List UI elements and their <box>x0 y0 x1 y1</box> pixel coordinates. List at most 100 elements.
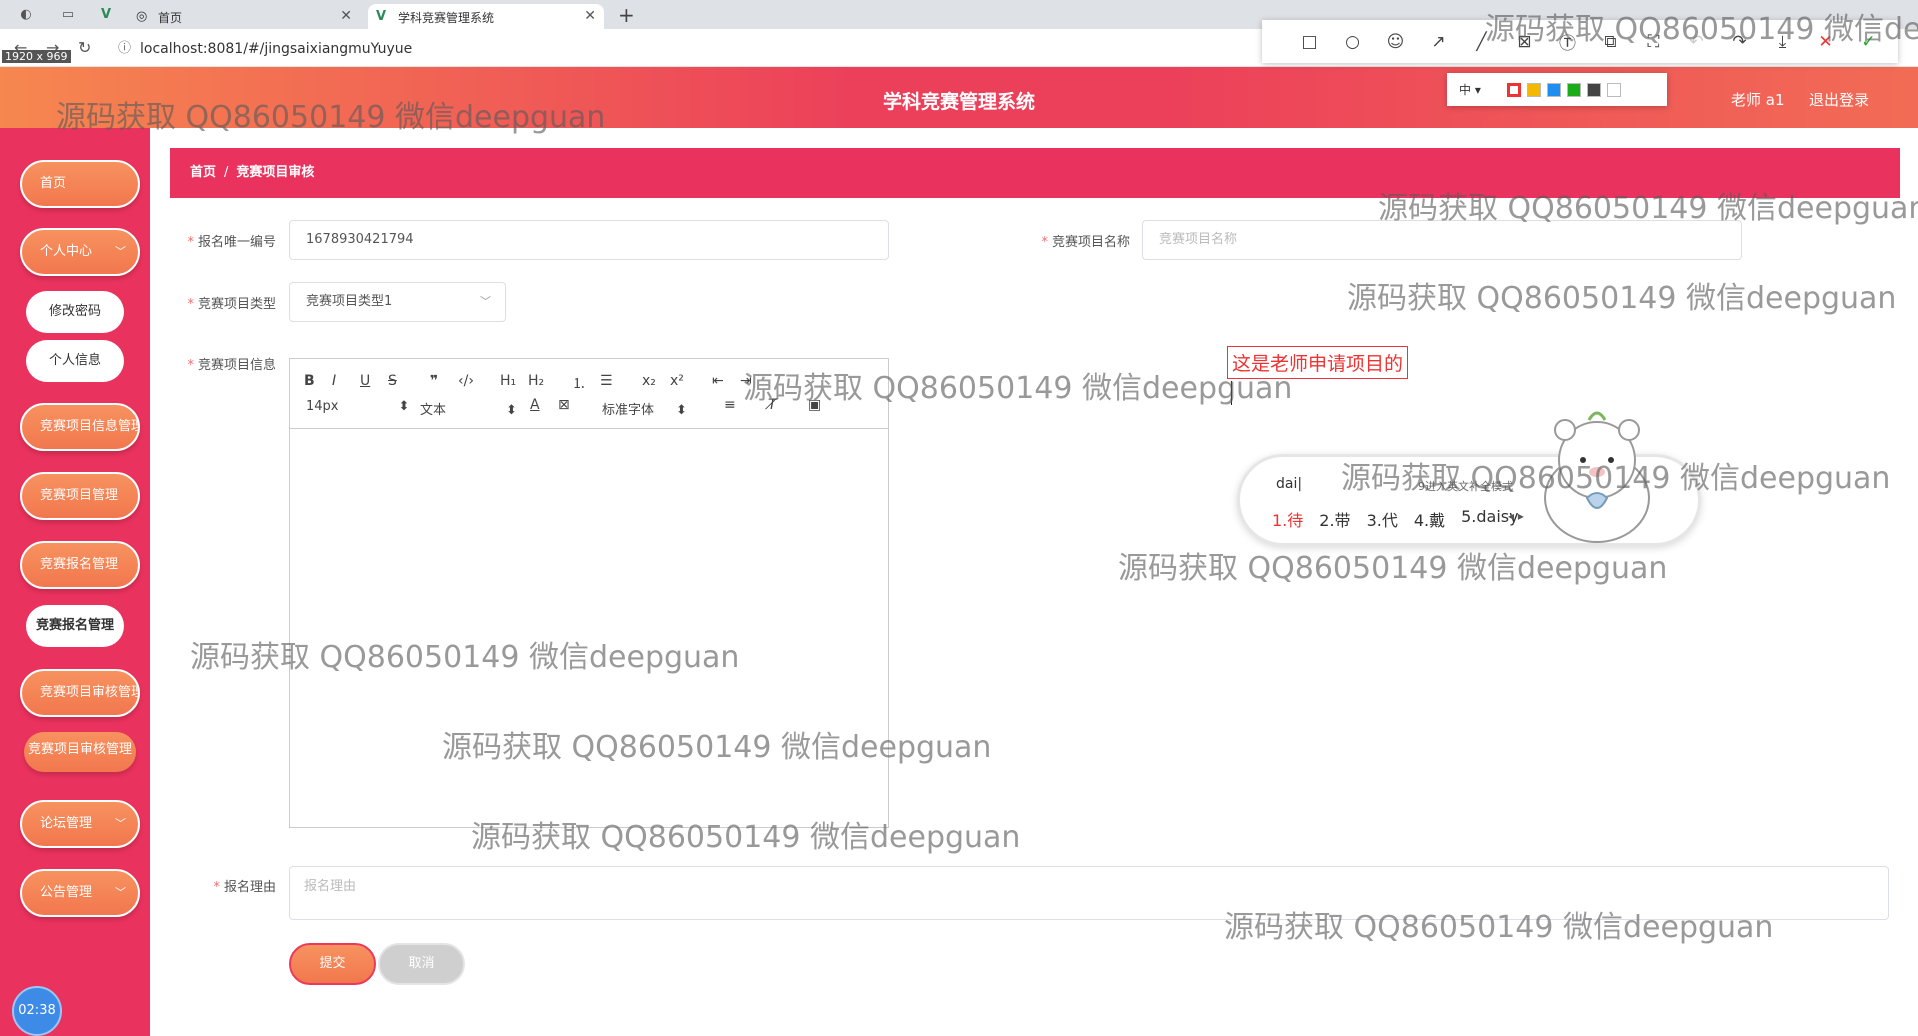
color-swatch-white[interactable] <box>1607 82 1621 97</box>
color-swatch-green[interactable] <box>1567 82 1581 97</box>
project-name-field[interactable]: 竞赛项目名称 <box>1142 220 1742 260</box>
close-icon[interactable]: ✕ <box>340 8 352 24</box>
font-color-icon[interactable]: A <box>530 397 540 413</box>
sidebar-item-project-mgmt[interactable]: 竞赛项目管理 <box>20 472 140 520</box>
color-swatch-yellow[interactable] <box>1527 82 1541 97</box>
signup-id-label: * 报名唯一编号 <box>187 235 276 250</box>
sidebar-item-label: 首页 <box>40 176 67 191</box>
download-icon[interactable]: ⤓ <box>1761 32 1804 52</box>
project-name-label: * 竞赛项目名称 <box>1041 235 1130 250</box>
ordered-list-icon[interactable]: ⒈ <box>572 373 586 393</box>
bold-icon[interactable]: B <box>304 373 315 389</box>
code-icon[interactable]: ‹/› <box>458 373 474 389</box>
sidebar-item-review-mgmt[interactable]: 竞赛项目审核管理 <box>20 669 140 717</box>
sidebar-item-label: 公告管理 <box>40 885 93 900</box>
screen-size-label: 1920 x 969 <box>2 50 71 63</box>
ime-candidate[interactable]: 2.带 <box>1319 507 1350 531</box>
sidebar-item-label: 个人中心 <box>40 244 93 259</box>
tab-placeholder-icon[interactable]: ▭ <box>60 7 76 23</box>
color-swatch-red[interactable] <box>1507 82 1521 97</box>
user-name: 老师 a1 <box>1731 91 1785 109</box>
arrow-icon[interactable]: ↗ <box>1417 32 1460 52</box>
ocr-icon[interactable]: ⛶ <box>1632 32 1675 52</box>
reason-textarea[interactable]: 报名理由 <box>289 866 1889 920</box>
rich-text-editor[interactable]: B I U S ❞ ‹/› H₁ H₂ ⒈ ☰ x₂ x² ⇤ ⇥ 14px ⬍ … <box>289 358 889 828</box>
sidebar-item-forum[interactable]: 论坛管理 ﹀ <box>20 800 140 848</box>
rectangle-icon[interactable]: □ <box>1288 32 1331 52</box>
chevron-down-icon: ﹀ <box>115 886 126 899</box>
italic-icon[interactable]: I <box>332 373 336 389</box>
submit-button[interactable]: 提交 <box>289 943 376 985</box>
project-type-label: * 竞赛项目类型 <box>187 297 276 312</box>
sidebar-item-label: 竞赛项目审核管理 <box>40 685 140 700</box>
sidebar-item-home[interactable]: 首页 <box>20 160 140 208</box>
cancel-button[interactable]: 取消 <box>378 943 465 985</box>
subscript-icon[interactable]: x₂ <box>642 373 656 389</box>
heading2-icon[interactable]: H₂ <box>528 373 544 389</box>
cancel-icon[interactable]: ✕ <box>1804 32 1847 52</box>
globe-icon: ◎ <box>136 9 148 24</box>
superscript-icon[interactable]: x² <box>670 373 684 389</box>
text-icon[interactable]: Ⓣ <box>1546 29 1589 54</box>
vue-logo-icon[interactable]: V <box>98 7 114 23</box>
project-type-select[interactable]: 竞赛项目类型1 ﹀ <box>289 282 506 322</box>
sidebar-item-notice[interactable]: 公告管理 ﹀ <box>20 869 140 917</box>
bear-mascot-icon <box>1544 411 1650 543</box>
breadcrumb-home[interactable]: 首页 <box>190 165 216 180</box>
tab-system[interactable]: V 学科竞赛管理系统 ✕ <box>368 4 604 29</box>
outdent-icon[interactable]: ⇤ <box>712 373 724 389</box>
blockquote-icon[interactable]: ❞ <box>430 373 438 389</box>
mosaic-icon[interactable]: ⊠ <box>1503 32 1546 52</box>
clock-badge: 02:38 <box>12 986 62 1036</box>
project-type-value: 竞赛项目类型1 <box>306 294 393 309</box>
background-color-icon[interactable]: ⊠ <box>558 397 570 413</box>
emoji-icon[interactable]: ☺ <box>1374 32 1417 52</box>
bullet-list-icon[interactable]: ☰ <box>600 373 613 389</box>
sidebar-subitem-personal-info[interactable]: 个人信息 <box>26 340 124 382</box>
browser-icon[interactable]: ◐ <box>18 7 34 23</box>
tab-home[interactable]: ◎ 首页 ✕ <box>128 4 360 29</box>
block-format-select[interactable]: 文本 ⬍ <box>420 399 517 418</box>
font-size-select[interactable]: 14px ⬍ <box>306 399 409 414</box>
share-icon[interactable]: ↷ <box>1718 32 1761 52</box>
pin-icon[interactable]: ⧉ <box>1589 32 1632 52</box>
annotation-text-box[interactable]: 这是老师申请项目的 <box>1227 346 1409 379</box>
sidebar-item-personal-center[interactable]: 个人中心 ﹀ <box>20 228 140 276</box>
close-icon[interactable]: ✕ <box>584 8 596 24</box>
sidebar-item-project-info[interactable]: 竞赛项目信息管理 <box>20 403 140 451</box>
sidebar-subitem-review-mgmt[interactable]: 竞赛项目审核管理 <box>24 732 136 772</box>
undo-icon[interactable]: ↶ <box>1675 32 1718 52</box>
font-family-select[interactable]: 标准字体 ⬍ <box>602 399 687 418</box>
sidebar-item-label: 竞赛报名管理 <box>40 557 119 572</box>
new-tab-icon[interactable]: + <box>618 3 635 27</box>
logout-link[interactable]: 退出登录 <box>1809 89 1869 110</box>
strike-icon[interactable]: S <box>388 373 397 389</box>
sidebar-item-label: 竞赛项目信息管理 <box>40 419 140 434</box>
url-field[interactable]: ⓘ localhost:8081/#/jingsaixiangmuYuyue <box>112 37 412 61</box>
sidebar-subitem-change-password[interactable]: 修改密码 <box>26 291 124 333</box>
page-arrows-icon[interactable]: ◂ ▸ <box>1508 509 1524 523</box>
clear-format-icon[interactable]: T̸ <box>768 397 777 413</box>
indent-icon[interactable]: ⇥ <box>740 373 752 389</box>
ime-candidate[interactable]: 1.待 <box>1272 507 1303 531</box>
heading1-icon[interactable]: H₁ <box>500 373 516 389</box>
ellipse-icon[interactable]: ○ <box>1331 32 1374 52</box>
underline-icon[interactable]: U <box>360 373 370 389</box>
color-swatch-dark[interactable] <box>1587 82 1601 97</box>
size-select[interactable]: 中 ▾ <box>1459 81 1501 98</box>
confirm-icon[interactable]: ✓ <box>1847 32 1890 52</box>
annotation-toolbar: □ ○ ☺ ↗ ╱ ⊠ Ⓣ ⧉ ⛶ ↶ ↷ ⤓ ✕ ✓ <box>1262 20 1898 63</box>
signup-id-field[interactable]: 1678930421794 <box>289 220 889 260</box>
reload-icon[interactable]: ↻ <box>78 38 91 57</box>
image-icon[interactable]: ▣ <box>808 397 821 413</box>
chevron-down-icon: ﹀ <box>115 245 126 258</box>
color-swatch-blue[interactable] <box>1547 82 1561 97</box>
ime-candidate[interactable]: 4.戴 <box>1414 507 1445 531</box>
breadcrumb: 首页 / 竞赛项目审核 <box>170 148 1900 198</box>
sidebar-item-signup-mgmt[interactable]: 竞赛报名管理 <box>20 541 140 589</box>
pen-icon[interactable]: ╱ <box>1460 32 1503 52</box>
align-icon[interactable]: ≡ <box>724 397 736 413</box>
sidebar-subitem-signup-mgmt[interactable]: 竞赛报名管理 <box>26 605 124 647</box>
ime-candidate[interactable]: 3.代 <box>1367 507 1398 531</box>
watermark: 源码获取 QQ86050149 微信deepguan <box>1347 281 1897 316</box>
